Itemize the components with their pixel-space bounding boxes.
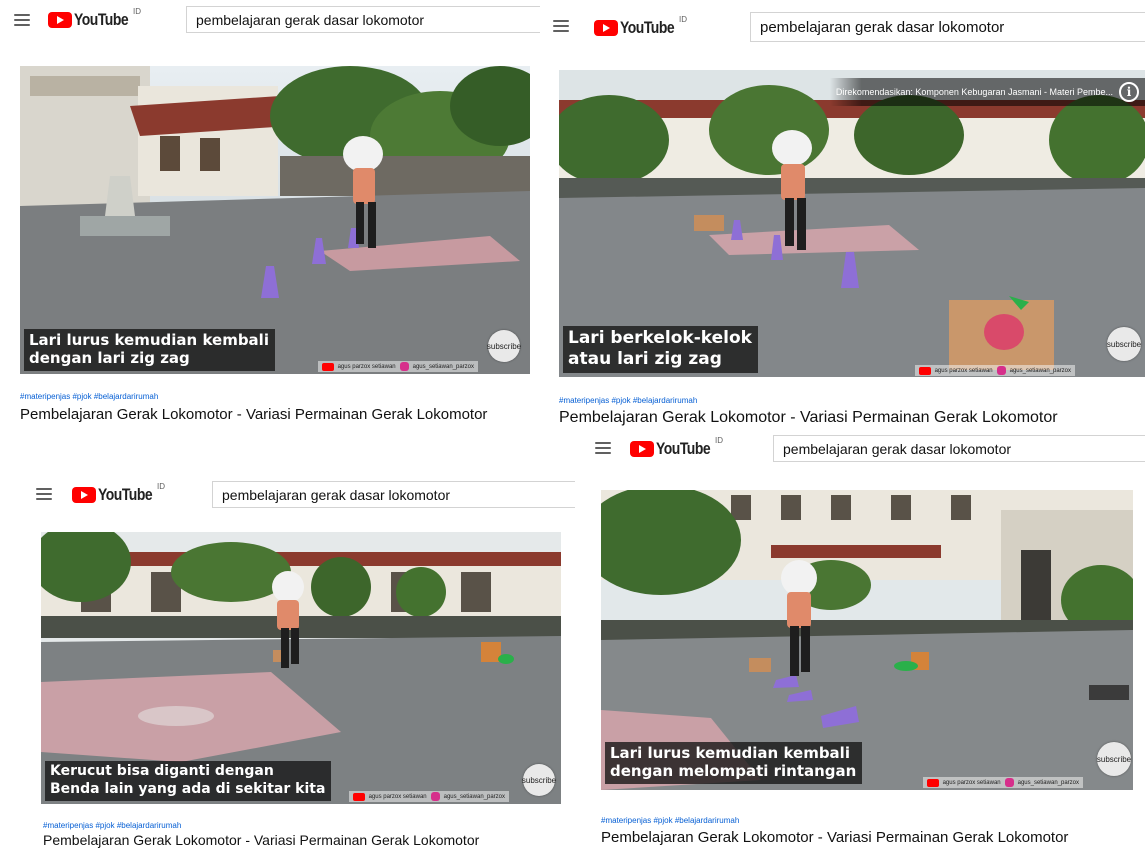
video-player[interactable]: Lari lurus kemudian kembali dengan melom… — [601, 490, 1133, 790]
youtube-logo[interactable]: YouTube ID — [594, 15, 687, 38]
video-player[interactable]: Direkomendasikan: Komponen Kebugaran Jas… — [559, 70, 1145, 377]
video-title[interactable]: Pembelajaran Gerak Lokomotor - Variasi P… — [601, 829, 1068, 846]
youtube-play-icon — [594, 20, 618, 36]
video-caption: Lari lurus kemudian kembali dengan lari … — [24, 328, 275, 371]
logo-text: YouTube — [656, 439, 711, 458]
logo-text: YouTube — [620, 18, 675, 37]
video-panel-2: YouTube ID pembelajaran gerak dasar loko… — [540, 0, 1145, 432]
caption-line-1: Lari lurus kemudian kembali — [610, 743, 850, 762]
subscribe-button[interactable]: subscribe — [1107, 327, 1141, 361]
youtube-logo[interactable]: YouTube ID — [630, 436, 723, 459]
caption-line-2: dengan lari zig zag — [29, 349, 190, 368]
caption-line-1: Kerucut bisa diganti dengan — [50, 763, 274, 779]
video-panel-1: YouTube ID pembelajaran gerak dasar loko… — [0, 0, 540, 430]
watermark-channel: agus parzox setiawan — [368, 793, 427, 800]
recommendation-banner[interactable]: Direkomendasikan: Komponen Kebugaran Jas… — [829, 78, 1145, 106]
watermark-handle: agus_setiawan_parzox — [443, 793, 505, 800]
masthead: YouTube ID pembelajaran gerak dasar loko… — [540, 0, 1145, 52]
watermark-handle: agus_setiawan_parzox — [412, 363, 474, 370]
logo-text: YouTube — [98, 485, 153, 504]
video-hashtags[interactable]: #materipenjas #pjok #belajardarirumah — [20, 392, 158, 401]
channel-watermark: agus parzox setiawan agus_setiawan_parzo… — [922, 777, 1083, 788]
video-panel-3: YouTube ID pembelajaran gerak dasar loko… — [0, 430, 575, 850]
video-hashtags[interactable]: #materipenjas #pjok #belajardarirumah — [601, 816, 739, 825]
recommendation-text: Direkomendasikan: Komponen Kebugaran Jas… — [835, 87, 1113, 97]
youtube-mini-icon — [926, 778, 939, 787]
hamburger-menu-icon[interactable] — [36, 488, 52, 500]
instagram-icon — [430, 792, 440, 801]
info-circle-icon[interactable]: i — [1119, 82, 1139, 102]
logo-region: ID — [133, 7, 141, 16]
logo-region: ID — [679, 15, 687, 24]
masthead: YouTube ID pembelajaran gerak dasar loko… — [0, 430, 575, 530]
search-input[interactable]: pembelajaran gerak dasar lokomotor — [186, 6, 540, 33]
channel-watermark: agus parzox setiawan agus_setiawan_parzo… — [914, 365, 1075, 376]
video-player[interactable]: Lari lurus kemudian kembali dengan lari … — [20, 66, 530, 374]
youtube-logo[interactable]: YouTube ID — [72, 482, 165, 505]
logo-region: ID — [157, 482, 165, 491]
watermark-channel: agus parzox setiawan — [337, 363, 396, 370]
instagram-icon — [1004, 778, 1014, 787]
caption-line-2: atau lari zig zag — [568, 348, 722, 369]
caption-line-1: Lari lurus kemudian kembali — [29, 330, 269, 349]
video-title[interactable]: Pembelajaran Gerak Lokomotor - Variasi P… — [20, 406, 487, 423]
video-caption: Lari lurus kemudian kembali dengan melom… — [605, 741, 863, 784]
caption-line-1: Lari berkelok-kelok — [568, 327, 752, 348]
masthead: YouTube ID pembelajaran gerak dasar loko… — [575, 430, 1145, 470]
instagram-icon — [399, 362, 409, 371]
video-caption: Kerucut bisa diganti dengan Benda lain y… — [45, 761, 332, 801]
youtube-mini-icon — [352, 792, 365, 801]
video-hashtags[interactable]: #materipenjas #pjok #belajardarirumah — [559, 396, 697, 405]
youtube-logo[interactable]: YouTube ID — [48, 7, 141, 30]
subscribe-button[interactable]: subscribe — [522, 764, 556, 796]
hamburger-menu-icon[interactable] — [595, 442, 611, 454]
youtube-play-icon — [630, 441, 654, 457]
video-hashtags[interactable]: #materipenjas #pjok #belajardarirumah — [43, 821, 181, 830]
caption-line-2: dengan melompati rintangan — [610, 762, 857, 781]
youtube-mini-icon — [321, 362, 334, 371]
caption-line-2: Benda lain yang ada di sekitar kita — [50, 780, 326, 797]
subscribe-button[interactable]: subscribe — [1097, 742, 1131, 776]
logo-region: ID — [715, 436, 723, 445]
video-caption: Lari berkelok-kelok atau lari zig zag — [563, 325, 758, 373]
search-input[interactable]: pembelajaran gerak dasar lokomotor — [212, 481, 575, 508]
subscribe-button[interactable]: subscribe — [487, 330, 521, 362]
hamburger-menu-icon[interactable] — [553, 20, 569, 32]
hamburger-menu-icon[interactable] — [14, 14, 30, 26]
video-title[interactable]: Pembelajaran Gerak Lokomotor - Variasi P… — [43, 832, 479, 848]
youtube-play-icon — [48, 12, 72, 28]
channel-watermark: agus parzox setiawan agus_setiawan_parzo… — [317, 361, 478, 372]
masthead: YouTube ID pembelajaran gerak dasar loko… — [0, 0, 540, 42]
watermark-handle: agus_setiawan_parzox — [1009, 367, 1071, 374]
video-panel-4: YouTube ID pembelajaran gerak dasar loko… — [575, 430, 1145, 850]
search-input[interactable]: pembelajaran gerak dasar lokomotor — [750, 12, 1145, 42]
video-player[interactable]: Kerucut bisa diganti dengan Benda lain y… — [41, 532, 561, 804]
watermark-channel: agus parzox setiawan — [934, 367, 993, 374]
channel-watermark: agus parzox setiawan agus_setiawan_parzo… — [348, 791, 509, 802]
logo-text: YouTube — [74, 10, 129, 29]
video-title[interactable]: Pembelajaran Gerak Lokomotor - Variasi P… — [559, 409, 1058, 427]
instagram-icon — [996, 366, 1006, 375]
search-input[interactable]: pembelajaran gerak dasar lokomotor — [773, 435, 1145, 462]
youtube-mini-icon — [918, 366, 931, 375]
watermark-channel: agus parzox setiawan — [942, 779, 1001, 786]
watermark-handle: agus_setiawan_parzox — [1017, 779, 1079, 786]
youtube-play-icon — [72, 487, 96, 503]
